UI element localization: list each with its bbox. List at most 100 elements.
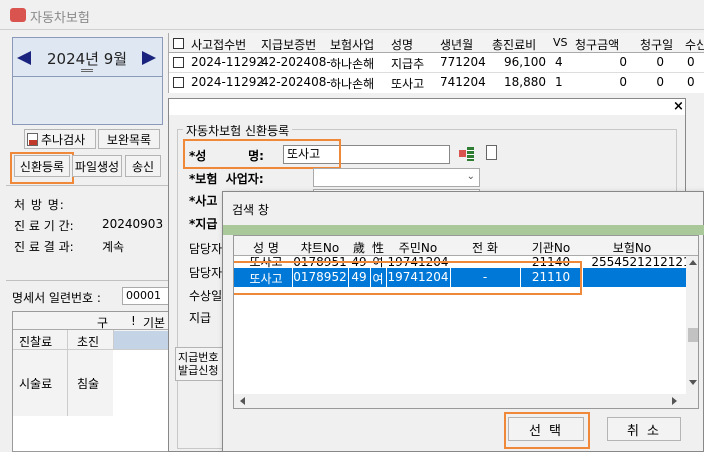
calendar-body [12, 77, 163, 125]
green-bar [223, 225, 704, 235]
sh-ins: 보험No [612, 241, 652, 255]
grid-cell-blue [114, 331, 173, 349]
payment-request-button[interactable]: 지급번호 발급신청 [175, 347, 227, 381]
title-bar: 자동차보험 [0, 0, 704, 30]
statement-serial-field[interactable]: 00001 [122, 287, 170, 305]
th-payment-no: 지급보증번 [261, 38, 317, 52]
th-receive: 수신 [685, 38, 704, 52]
grid-r1c1: 진찰료 [19, 335, 53, 349]
scroll-up-arrow-icon[interactable] [689, 260, 697, 265]
cell: 0 [687, 75, 695, 89]
cell: 18,880 [504, 75, 546, 89]
select-button[interactable]: 선 택 [508, 417, 584, 441]
search-results-grid: 성 명 챠트No 歲 性 주민No 전 화 기관No 보험No 또사고 0178… [233, 235, 699, 409]
col-line [386, 268, 387, 287]
pay-label: 지급 [189, 311, 212, 325]
col-line [370, 268, 371, 287]
cell: 4 [555, 55, 563, 69]
cell: 여 [372, 272, 384, 286]
grid-header-3: 기본 [143, 316, 166, 330]
sh-phone: 전 화 [472, 241, 498, 255]
horizontal-scrollbar[interactable] [234, 394, 698, 408]
payment-label: *지급 [189, 217, 218, 231]
scroll-down-arrow-icon[interactable] [689, 380, 697, 385]
cell: 하나손해 [330, 57, 375, 71]
search-dialog: 검색 창 성 명 챠트No 歲 性 주민No 전 화 기관No 보험No 또사고… [222, 191, 704, 452]
cell: 2024-11292 [191, 55, 265, 69]
calendar-header: 2024년 9월 [12, 37, 163, 77]
cell: 19741204 [387, 270, 449, 284]
cell: 0 [656, 75, 664, 89]
cell: - [482, 257, 488, 268]
cell: 2024-11292 [191, 75, 265, 89]
document-icon [27, 132, 38, 146]
top-table: 사고접수번 지급보증번 보험사업 성명 생년월 총진료비 VS 청구금액 청구일… [168, 33, 704, 93]
next-month-arrow-icon[interactable] [142, 51, 156, 65]
cell: 42-202408- [261, 55, 331, 69]
grid-divider [67, 350, 68, 416]
scroll-right-arrow-icon[interactable] [672, 397, 677, 405]
grid-header-row: 구 ! 기본 [13, 312, 173, 330]
cell: 또사고 [249, 272, 283, 286]
col-line [292, 268, 293, 287]
register-group-title: 자동차보험 신환등록 [183, 122, 293, 139]
insurer-select[interactable]: ⌄ [313, 168, 480, 187]
cancel-button[interactable]: 취 소 [607, 417, 681, 441]
cell: 741204 [440, 75, 486, 89]
cell: 또사고 [249, 257, 283, 268]
scroll-left-arrow-icon[interactable] [240, 397, 245, 405]
sh-age: 歲 [352, 241, 365, 255]
cell: 0 [619, 75, 627, 89]
receipt-check-button[interactable]: 추나검사 [24, 129, 96, 149]
search-row-selected[interactable]: 또사고 0178952 49 여 19741204 - 21110 [234, 268, 686, 287]
scroll-thumb[interactable] [688, 328, 698, 342]
grid-header-1: 구 [97, 316, 109, 330]
left-grid: 구 ! 기본 진찰료 초진 시술료 침술 0 [12, 311, 209, 452]
grid-divider [67, 330, 68, 350]
memo-icon[interactable] [486, 145, 497, 160]
accident-label: *사고 [189, 194, 218, 208]
exchange-register-button[interactable]: 신환등록 [14, 155, 70, 177]
search-dialog-title: 검색 창 [232, 203, 269, 217]
th-accident-no: 사고접수번 [191, 38, 247, 52]
name-input[interactable]: 또사고 [283, 145, 450, 164]
cell: 지급추 [391, 57, 425, 71]
cell: 96,100 [504, 55, 546, 69]
cell: 771204 [440, 55, 486, 69]
th-claim-amount: 청구금액 [575, 38, 620, 52]
app-icon [10, 8, 26, 22]
top-table-header [169, 33, 704, 53]
send-button[interactable]: 송신 [125, 155, 161, 177]
header-checkbox[interactable] [173, 38, 184, 49]
insurer-label: *보험 사업자: [189, 172, 264, 186]
row-checkbox[interactable] [173, 77, 184, 88]
file-create-button[interactable]: 파일생성 [72, 155, 122, 177]
row-divider [169, 72, 704, 73]
cell: 0 [656, 55, 664, 69]
period-label: 진 료 기 간: [14, 219, 74, 233]
sh-chart: 챠트No [300, 241, 340, 255]
grid-r2c1: 시술료 [19, 377, 53, 391]
info-box: 처 방 명: 진 료 기 간: 20240903 진 료 결 과: 계속 [6, 185, 168, 281]
manager2-label: 담당자 [189, 266, 223, 280]
grid-r2c2: 침술 [77, 377, 100, 391]
sh-sex: 性 [371, 241, 384, 255]
name-label: *성 명: [189, 149, 264, 163]
grid-picker-icon[interactable] [459, 147, 475, 161]
th-vs: VS [553, 36, 568, 49]
cell: 19741204 [387, 257, 449, 268]
receiver-label: 수상일 [189, 289, 223, 303]
th-insurer: 보험사업 [330, 38, 375, 52]
sh-inst: 기관No [531, 241, 571, 255]
vertical-scrollbar[interactable] [686, 256, 698, 396]
cell: 21140 [531, 257, 571, 268]
close-icon[interactable]: × [673, 99, 684, 114]
row-checkbox[interactable] [173, 57, 184, 68]
cell: 49 [351, 257, 367, 268]
col-line [520, 268, 521, 287]
prev-month-arrow-icon[interactable] [17, 51, 31, 65]
cell: 1 [555, 75, 563, 89]
supplement-list-button[interactable]: 보완목록 [98, 129, 160, 149]
receipt-check-label: 추나검사 [41, 132, 86, 147]
window-title: 자동차보험 [30, 11, 90, 26]
